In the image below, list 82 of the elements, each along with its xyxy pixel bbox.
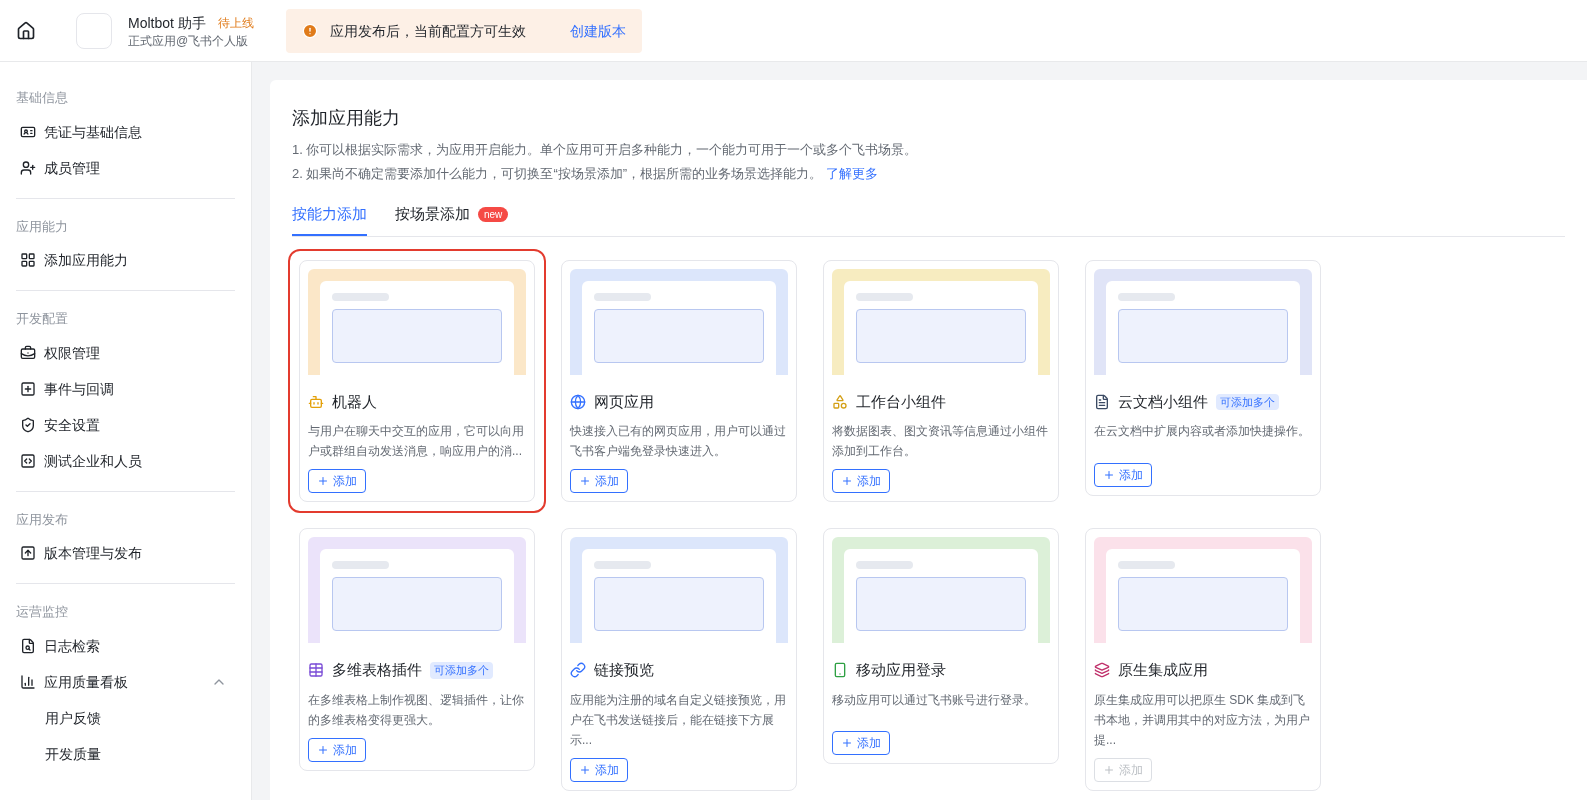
card-description: 移动应用可以通过飞书账号进行登录。 xyxy=(832,691,1037,709)
sidebar-item[interactable]: 成员管理 xyxy=(16,149,235,186)
card-title: 原生集成应用 xyxy=(1118,660,1208,680)
card-tag: 可添加多个 xyxy=(430,662,493,679)
sidebar-item[interactable]: 安全设置 xyxy=(16,406,235,443)
create-version-link[interactable]: 创建版本 xyxy=(569,20,626,41)
add-button[interactable]: 添加 xyxy=(832,731,890,755)
card-description: 与用户在聊天中交互的应用，它可以向用户或群组自动发送消息，响应用户的消... xyxy=(308,423,525,460)
square-plus-icon xyxy=(20,380,36,397)
tab[interactable]: 按场景添加 new xyxy=(395,203,509,236)
card-title: 云文档小组件 xyxy=(1118,391,1208,412)
note-text: 2. 如果尚不确定需要添加什么能力，可切换至“按场景添加”，根据所需的业务场景选择能力。 xyxy=(292,164,823,183)
sidebar-item[interactable]: 权限管理 xyxy=(16,334,235,371)
plus-icon xyxy=(317,475,329,487)
card-description: 将数据图表、图文资讯等信息通过小组件添加到工作台。 xyxy=(832,423,1049,460)
section-title: 开发配置 xyxy=(16,310,69,328)
card-title: 网页应用 xyxy=(594,391,654,412)
sidebar-item[interactable]: 版本管理与发布 xyxy=(16,535,235,571)
section-title: 应用能力 xyxy=(16,217,69,236)
card-description: 原生集成应用可以把原生 SDK 集成到飞书本地，并调用其中的对应方法，为用户提... xyxy=(1094,691,1311,749)
plus-icon xyxy=(579,475,591,487)
plus-icon xyxy=(841,475,853,487)
note-text: 1. 你可以根据实际需求，为应用开启能力。单个应用可开启多种能力，一个能力可用于一个或多个飞书场景。 xyxy=(292,141,919,159)
new-badge: new xyxy=(478,206,509,222)
card-title: 多维表格插件 xyxy=(332,660,422,680)
sidebar-item[interactable]: 凭证与基础信息 xyxy=(16,113,235,150)
card-title: 链接预览 xyxy=(594,660,654,680)
sidebar-subitem[interactable]: 用户反馈 xyxy=(16,699,235,736)
app-subtitle: 正式应用@飞书个人版 xyxy=(128,32,250,49)
add-button[interactable]: 添加 xyxy=(1094,462,1152,487)
learn-more-link[interactable]: 了解更多 xyxy=(826,163,879,183)
plus-icon xyxy=(841,737,853,749)
add-button[interactable]: 添加 xyxy=(308,469,366,493)
card-title: 工作台小组件 xyxy=(856,391,946,412)
app-name: Moltbot 助手 xyxy=(128,13,206,33)
user-plus-icon xyxy=(20,159,36,176)
page-title: 添加应用能力 xyxy=(292,107,401,130)
card-description: 应用能为注册的域名自定义链接预览，用户在飞书发送链接后，能在链接下方展示... xyxy=(570,691,787,749)
globe-icon xyxy=(570,393,586,410)
card-tag: 可添加多个 xyxy=(1216,393,1279,410)
tab[interactable]: 按能力添加 xyxy=(292,203,367,236)
grid-plus-icon xyxy=(20,252,36,268)
plus-icon xyxy=(579,763,591,776)
plus-icon xyxy=(1103,763,1115,776)
app-logo xyxy=(76,12,112,49)
add-button[interactable]: 添加 xyxy=(308,737,366,762)
card-description: 快速接入已有的网页应用，用户可以通过飞书客户端免登录快速进入。 xyxy=(570,423,787,460)
status-label: 待上线 xyxy=(217,14,254,31)
card-title: 移动应用登录 xyxy=(856,660,946,680)
upload-icon xyxy=(20,545,36,561)
warning-icon xyxy=(301,22,318,39)
file-search-icon xyxy=(20,637,36,654)
section-title: 运营监控 xyxy=(16,603,69,621)
table-icon xyxy=(308,662,324,679)
card-title: 机器人 xyxy=(332,391,377,412)
layers-icon xyxy=(1094,662,1110,679)
phone-icon xyxy=(832,662,848,679)
section-title: 应用发布 xyxy=(16,510,69,529)
sidebar-subitem[interactable]: 开发质量 xyxy=(16,735,235,772)
sidebar-item[interactable]: 应用质量看板 xyxy=(16,663,235,700)
notice-text: 应用发布后，当前配置方可生效 xyxy=(329,21,526,41)
plus-icon xyxy=(317,743,329,756)
add-button[interactable]: 添加 xyxy=(570,469,628,493)
sidebar-item[interactable]: 测试企业和人员 xyxy=(16,442,235,479)
sidebar-item[interactable]: 事件与回调 xyxy=(16,370,235,407)
sidebar-item[interactable]: 添加应用能力 xyxy=(16,242,235,278)
document-icon xyxy=(1094,393,1110,410)
card-description: 在云文档中扩展内容或者添加快捷操作。 xyxy=(1094,423,1311,440)
briefcase-icon xyxy=(20,344,36,361)
section-title: 基础信息 xyxy=(16,89,69,107)
add-button[interactable]: 添加 xyxy=(570,757,628,782)
code-icon xyxy=(20,452,36,469)
bar-chart-icon xyxy=(20,673,36,690)
add-button[interactable]: 添加 xyxy=(832,469,890,493)
home-icon[interactable] xyxy=(16,20,36,41)
plus-icon xyxy=(1103,468,1115,481)
sidebar-item[interactable]: 日志检索 xyxy=(16,627,235,664)
shapes-icon xyxy=(832,393,848,410)
robot-icon xyxy=(308,393,324,410)
shield-check-icon xyxy=(20,416,36,433)
link-icon xyxy=(570,662,586,679)
card-description: 在多维表格上制作视图、逻辑插件，让你的多维表格变得更强大。 xyxy=(308,691,525,729)
